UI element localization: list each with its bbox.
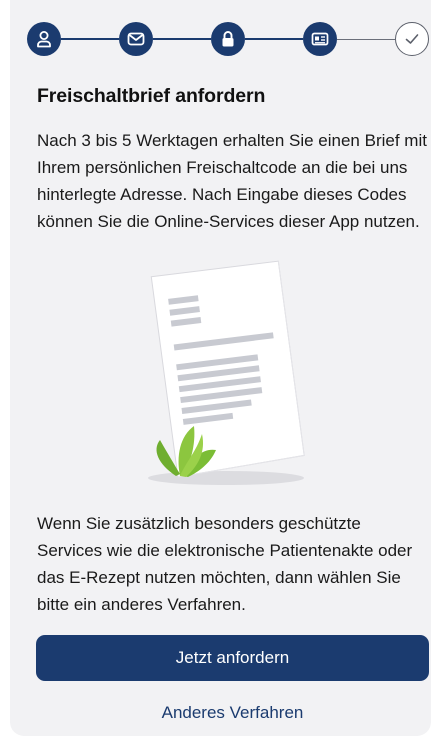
request-letter-button[interactable]: Jetzt anfordern [36, 635, 429, 681]
intro-text: Nach 3 bis 5 Werktagen erhalten Sie eine… [37, 131, 427, 231]
stepper-connector [153, 38, 211, 40]
mail-icon [127, 32, 145, 46]
lock-icon [222, 31, 234, 47]
stepper-connector [245, 38, 303, 40]
page-title: Freischaltbrief anfordern [37, 85, 266, 107]
checkmark-icon [405, 34, 419, 44]
alternative-note-text: Wenn Sie zusätzlich besonders geschützte… [37, 514, 413, 614]
step-done [395, 22, 429, 56]
ground-shadow [148, 471, 304, 485]
step-lock [211, 22, 245, 56]
step-mail [119, 22, 153, 56]
letter-illustration [148, 260, 305, 485]
stepper-connector [337, 38, 395, 40]
content-card: Freischaltbrief anfordern Nach 3 bis 5 W… [10, 0, 431, 736]
progress-stepper [27, 21, 429, 57]
step-person [27, 22, 61, 56]
stepper-connector [61, 38, 119, 40]
other-method-link[interactable]: Anderes Verfahren [36, 697, 429, 729]
person-icon [37, 31, 51, 48]
letter-paper-icon [150, 260, 305, 478]
screen: Freischaltbrief anfordern Nach 3 bis 5 W… [0, 0, 441, 736]
step-id-card [303, 22, 337, 56]
id-card-icon [311, 32, 329, 46]
